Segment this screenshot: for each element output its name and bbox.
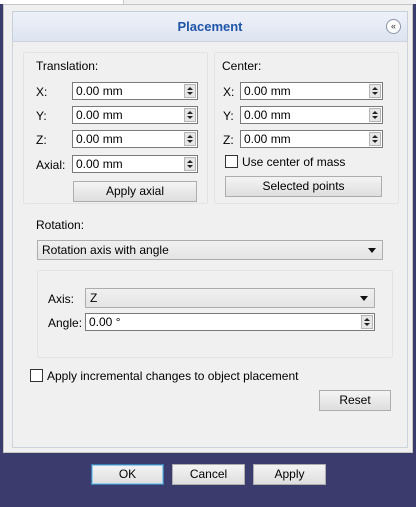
rotation-mode-select[interactable]: Rotation axis with angle bbox=[37, 240, 383, 260]
translation-x-value: 0.00 mm bbox=[76, 84, 123, 98]
spin-arrows-icon[interactable] bbox=[184, 132, 196, 146]
translation-x-field[interactable]: 0.00 mm bbox=[72, 82, 198, 100]
use-center-of-mass-checkbox[interactable] bbox=[225, 155, 238, 168]
spin-arrows-icon[interactable] bbox=[184, 84, 196, 98]
spin-arrows-icon[interactable] bbox=[369, 108, 381, 122]
double-chevron-up-icon[interactable]: « bbox=[386, 19, 401, 34]
axis-label: Axis: bbox=[48, 292, 75, 306]
rotation-mode-value: Rotation axis with angle bbox=[42, 243, 169, 257]
reset-button[interactable]: Reset bbox=[319, 390, 391, 411]
center-y-value: 0.00 mm bbox=[244, 108, 291, 122]
axis-value: Z bbox=[90, 291, 98, 305]
center-z-field[interactable]: 0.00 mm bbox=[240, 130, 383, 148]
translation-z-label: Z: bbox=[36, 133, 47, 147]
selected-points-button[interactable]: Selected points bbox=[225, 176, 382, 197]
angle-label: Angle: bbox=[48, 316, 83, 330]
center-z-value: 0.00 mm bbox=[244, 132, 291, 146]
translation-z-field[interactable]: 0.00 mm bbox=[72, 130, 198, 148]
translation-axial-field[interactable]: 0.00 mm bbox=[72, 155, 198, 173]
apply-button[interactable]: Apply bbox=[253, 464, 326, 485]
translation-y-value: 0.00 mm bbox=[76, 108, 123, 122]
ok-button[interactable]: OK bbox=[91, 464, 164, 485]
center-x-field[interactable]: 0.00 mm bbox=[240, 82, 383, 100]
angle-value: 0.00 ° bbox=[89, 315, 121, 329]
spin-arrows-icon[interactable] bbox=[184, 108, 196, 122]
panel-body: Translation: X: 0.00 mm Y: 0.00 mm Z: 0.… bbox=[12, 41, 408, 448]
spin-arrows-icon[interactable] bbox=[369, 132, 381, 146]
center-y-label: Y: bbox=[223, 109, 234, 123]
translation-x-label: X: bbox=[36, 85, 48, 99]
use-center-of-mass-label: Use center of mass bbox=[242, 155, 346, 169]
chevron-down-icon bbox=[368, 248, 376, 253]
translation-axial-label: Axial: bbox=[36, 158, 66, 172]
translation-y-field[interactable]: 0.00 mm bbox=[72, 106, 198, 124]
center-y-field[interactable]: 0.00 mm bbox=[240, 106, 383, 124]
rotation-heading: Rotation: bbox=[36, 218, 85, 232]
panel-title: Placement bbox=[177, 19, 243, 34]
spin-arrows-icon[interactable] bbox=[369, 84, 381, 98]
center-heading: Center: bbox=[222, 59, 262, 73]
spin-arrows-icon[interactable] bbox=[361, 315, 373, 329]
translation-y-label: Y: bbox=[36, 109, 47, 123]
incremental-checkbox[interactable] bbox=[30, 369, 43, 382]
cancel-button[interactable]: Cancel bbox=[172, 464, 245, 485]
chevron-down-icon bbox=[360, 296, 368, 301]
translation-axial-value: 0.00 mm bbox=[76, 157, 123, 171]
placement-panel: Placement « Translation: X: 0.00 mm Y: 0… bbox=[3, 4, 413, 453]
axis-select[interactable]: Z bbox=[85, 288, 375, 308]
center-x-label: X: bbox=[223, 85, 235, 99]
angle-field[interactable]: 0.00 ° bbox=[85, 313, 375, 331]
incremental-label: Apply incremental changes to object plac… bbox=[47, 369, 299, 383]
apply-axial-button[interactable]: Apply axial bbox=[73, 181, 197, 202]
translation-z-value: 0.00 mm bbox=[76, 132, 123, 146]
center-x-value: 0.00 mm bbox=[244, 84, 291, 98]
center-z-label: Z: bbox=[223, 133, 234, 147]
spin-arrows-icon[interactable] bbox=[184, 157, 196, 171]
translation-heading: Translation: bbox=[36, 59, 99, 73]
panel-header: Placement « bbox=[12, 11, 408, 41]
